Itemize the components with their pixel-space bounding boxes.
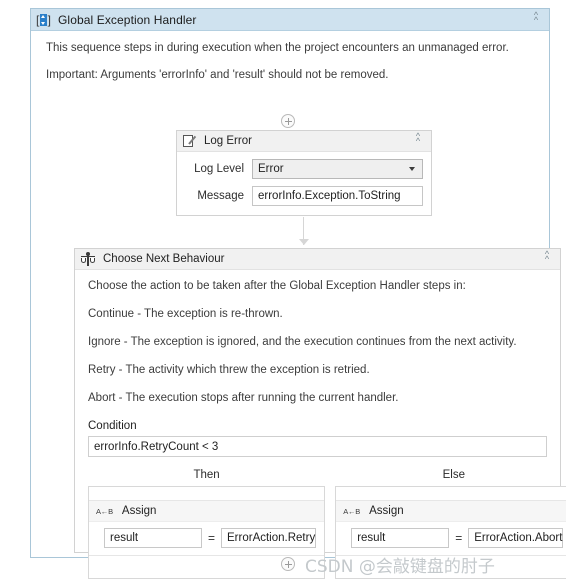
condition-input[interactable]: errorInfo.RetryCount < 3 xyxy=(88,436,547,457)
global-exception-handler-body: This sequence steps in during execution … xyxy=(31,31,566,579)
log-level-row: Log Level Error xyxy=(185,159,423,179)
else-branch-header: Else xyxy=(442,469,465,481)
add-activity-button-bottom[interactable] xyxy=(281,557,295,571)
watermark: CSDN @会敲键盘的肘子 xyxy=(305,557,495,577)
behaviour-line-intro: Choose the action to be taken after the … xyxy=(88,280,466,292)
sequence-icon: [ ] xyxy=(36,13,51,27)
condition-label: Condition xyxy=(88,420,137,432)
log-level-value: Error xyxy=(258,163,284,175)
else-assign-value-input[interactable]: ErrorAction.Abort xyxy=(468,528,564,548)
choose-next-behaviour-title: Choose Next Behaviour xyxy=(103,253,225,265)
then-assign-activity: A←B Assign result = ErrorAction.Retry xyxy=(89,500,325,556)
then-assign-to-value: result xyxy=(110,532,139,544)
a-to-b-icon: A←B xyxy=(343,506,361,516)
else-assign-titlebar[interactable]: A←B Assign xyxy=(336,501,566,522)
document-pencil-icon xyxy=(183,134,197,148)
then-assign-value: ErrorAction.Retry xyxy=(227,532,316,544)
global-exception-handler-container: [ ] Global Exception Handler ^ ^ This se… xyxy=(30,8,566,579)
then-assign-title: Assign xyxy=(121,505,157,517)
then-assign-body: result = ErrorAction.Retry xyxy=(89,522,325,555)
choose-next-behaviour-activity: Choose Next Behaviour ^ ^ Choose the act… xyxy=(74,248,566,579)
flow-connector-arrowhead xyxy=(299,239,309,245)
condition-value: errorInfo.RetryCount < 3 xyxy=(94,440,219,453)
else-assign-activity: A←B Assign result = ErrorAction.Abort xyxy=(336,500,566,556)
sequence-icon-bracket-left: [ xyxy=(36,12,40,27)
message-value: errorInfo.Exception.ToString xyxy=(258,190,401,202)
then-assign-operator: = xyxy=(208,531,216,545)
global-exception-handler-title: Global Exception Handler xyxy=(58,12,197,27)
else-assign-operator: = xyxy=(455,531,463,545)
else-assign-to-value: result xyxy=(357,532,386,544)
behaviour-line-continue: Continue - The exception is re-thrown. xyxy=(88,308,283,320)
behaviour-line-abort: Abort - The execution stops after runnin… xyxy=(88,392,399,404)
log-error-body: Log Level Error Message errorInfo.Except… xyxy=(177,152,431,215)
scales-icon-knob xyxy=(86,251,90,256)
chevron-stroke-bottom: ^ xyxy=(415,136,421,146)
log-level-label: Log Level xyxy=(194,163,244,175)
log-error-collapse-chevron-icon[interactable]: ^ ^ xyxy=(411,132,425,148)
handler-description-line-1: This sequence steps in during execution … xyxy=(46,42,509,54)
log-error-activity: Log Error ^ ^ Log Level Error Message er… xyxy=(176,130,432,216)
a-to-b-icon: A←B xyxy=(96,506,113,516)
message-label: Message xyxy=(197,190,244,202)
else-assign-body: result = ErrorAction.Abort xyxy=(336,522,566,555)
chevron-stroke-bottom: ^ xyxy=(533,14,539,25)
log-level-combobox[interactable]: Error xyxy=(252,159,423,179)
add-activity-button-top[interactable] xyxy=(281,114,295,128)
then-branch-header: Then xyxy=(193,469,220,481)
behaviour-line-ignore: Ignore - The exception is ignored, and t… xyxy=(88,336,517,348)
sequence-icon-bracket-right: ] xyxy=(47,12,51,27)
choose-next-behaviour-collapse-chevron-icon[interactable]: ^ ^ xyxy=(540,250,554,266)
then-assign-to-input[interactable]: result xyxy=(104,528,202,548)
collapse-chevron-icon[interactable]: ^ ^ xyxy=(529,10,543,27)
designer-canvas: [ ] Global Exception Handler ^ ^ This se… xyxy=(0,0,566,580)
choose-next-behaviour-body: Choose the action to be taken after the … xyxy=(75,270,566,579)
else-assign-title: Assign xyxy=(369,505,404,517)
message-input[interactable]: errorInfo.Exception.ToString xyxy=(252,186,423,206)
choose-next-behaviour-titlebar[interactable]: Choose Next Behaviour ^ ^ xyxy=(75,249,560,270)
message-row: Message errorInfo.Exception.ToString xyxy=(185,186,423,206)
chevron-stroke-bottom: ^ xyxy=(544,254,550,264)
scales-icon-pan-right xyxy=(90,257,95,263)
log-error-titlebar[interactable]: Log Error ^ ^ xyxy=(177,131,431,152)
then-assign-value-input[interactable]: ErrorAction.Retry xyxy=(221,528,317,548)
handler-description-line-2: Important: Arguments 'errorInfo' and 're… xyxy=(46,69,389,81)
chevron-down-icon[interactable] xyxy=(409,167,415,171)
behaviour-line-retry: Retry - The activity which threw the exc… xyxy=(88,364,370,376)
log-error-title: Log Error xyxy=(204,135,252,147)
else-assign-to-input[interactable]: result xyxy=(351,528,450,548)
then-assign-titlebar[interactable]: A←B Assign xyxy=(89,501,325,522)
else-assign-value: ErrorAction.Abort xyxy=(474,532,563,544)
sequence-icon-core xyxy=(40,13,47,26)
scales-icon-pan-left xyxy=(81,257,86,263)
scales-decision-icon xyxy=(81,251,95,266)
global-exception-handler-titlebar[interactable]: [ ] Global Exception Handler ^ ^ xyxy=(31,9,549,31)
